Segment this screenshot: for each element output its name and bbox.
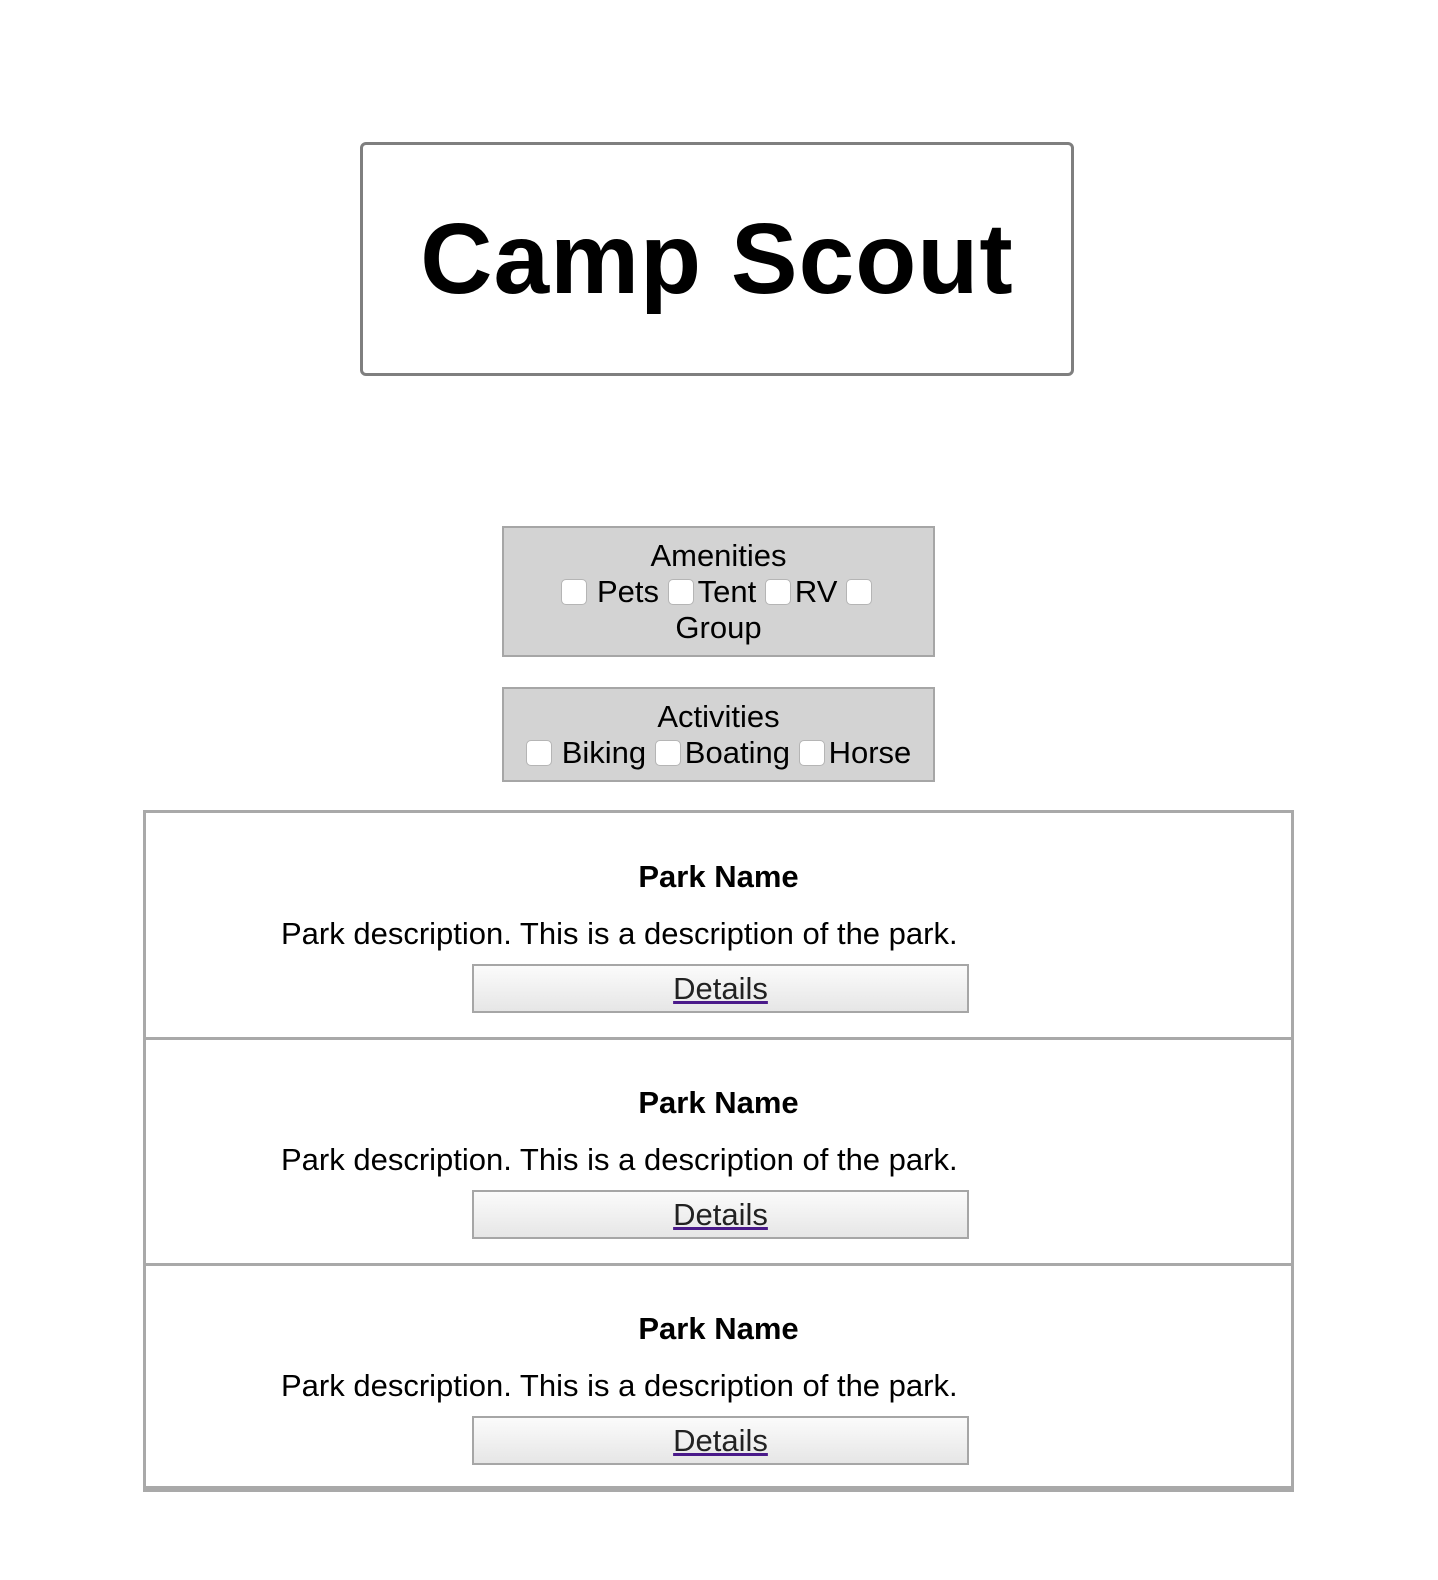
horse-checkbox[interactable] (798, 740, 825, 766)
tent-checkbox[interactable] (667, 579, 694, 605)
pets-checkbox[interactable] (560, 579, 587, 605)
boating-label: Boating (684, 735, 790, 770)
rv-label: RV (794, 574, 838, 609)
details-link[interactable]: Details (673, 971, 768, 1007)
details-button[interactable]: Details (472, 1190, 969, 1239)
amenities-filter: Amenities Pets Tent RV Group (502, 526, 935, 657)
biking-checkbox[interactable] (525, 740, 552, 766)
park-description: Park description. This is a description … (281, 916, 958, 951)
site-header: Camp Scout (360, 142, 1074, 376)
boating-checkbox[interactable] (654, 740, 681, 766)
park-row: Park Name Park description. This is a de… (146, 1263, 1291, 1489)
amenity-option-rv[interactable]: RV (764, 574, 838, 609)
park-row: Park Name Park description. This is a de… (146, 813, 1291, 1037)
park-list: Park Name Park description. This is a de… (143, 810, 1294, 1492)
park-row: Park Name Park description. This is a de… (146, 1037, 1291, 1263)
biking-label: Biking (561, 735, 647, 770)
park-description: Park description. This is a description … (281, 1142, 958, 1177)
amenity-option-tent[interactable]: Tent (667, 574, 757, 609)
details-button[interactable]: Details (472, 964, 969, 1013)
activity-option-boating[interactable]: Boating (654, 735, 790, 770)
activity-option-horse[interactable]: Horse (798, 735, 912, 770)
rv-checkbox[interactable] (764, 579, 791, 605)
amenity-option-pets[interactable]: Pets (560, 574, 660, 609)
amenities-title: Amenities (650, 538, 787, 573)
park-name: Park Name (638, 859, 799, 894)
horse-label: Horse (828, 735, 912, 770)
group-checkbox[interactable] (846, 579, 873, 605)
pets-label: Pets (596, 574, 660, 609)
activities-title: Activities (657, 699, 780, 734)
details-link[interactable]: Details (673, 1197, 768, 1233)
details-button[interactable]: Details (472, 1416, 969, 1465)
park-description: Park description. This is a description … (281, 1368, 958, 1403)
park-name: Park Name (638, 1085, 799, 1120)
activities-filter: Activities Biking Boating Horse (502, 687, 935, 782)
park-name: Park Name (638, 1311, 799, 1346)
details-link[interactable]: Details (673, 1423, 768, 1459)
tent-label: Tent (697, 574, 757, 609)
site-title: Camp Scout (420, 202, 1014, 315)
activity-option-biking[interactable]: Biking (525, 735, 647, 770)
group-label: Group (675, 610, 762, 645)
